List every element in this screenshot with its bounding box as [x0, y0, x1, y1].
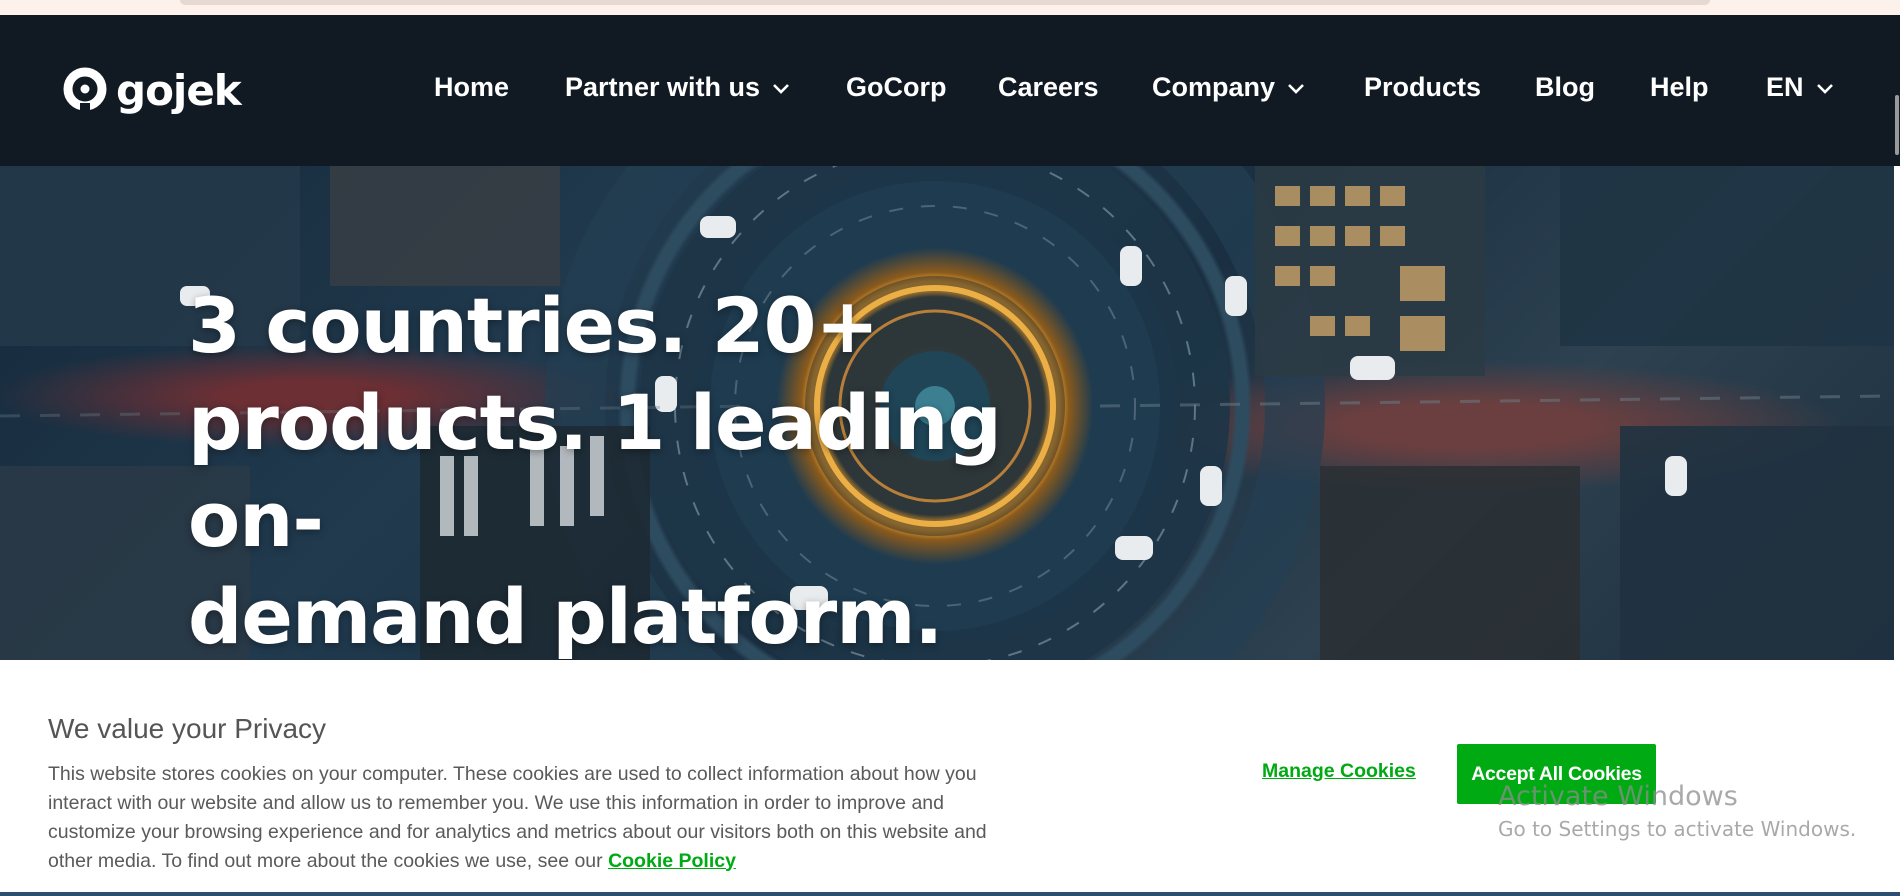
chevron-down-icon: [1288, 84, 1304, 94]
cookie-policy-link[interactable]: Cookie Policy: [608, 850, 736, 872]
nav-home-label: Home: [434, 71, 510, 102]
nav-language-label: EN: [1766, 71, 1804, 102]
hero-headline-line-3: demand platform.: [188, 571, 943, 660]
nav-home[interactable]: Home: [434, 67, 509, 107]
browser-top-strip: [0, 0, 1900, 15]
hero-headline-line-2: products. 1 leading on-: [188, 377, 1002, 564]
site-header: gojek Home Partner with us GoCorp Career…: [0, 15, 1900, 166]
watermark-line-1: Activate Windows: [1498, 781, 1738, 812]
windows-activation-watermark: Activate Windows Go to Settings to activ…: [1498, 780, 1856, 844]
nav-careers[interactable]: Careers: [998, 67, 1099, 107]
watermark-line-2: Go to Settings to activate Windows.: [1498, 817, 1857, 841]
nav-products-label: Products: [1364, 71, 1482, 102]
nav-blog[interactable]: Blog: [1535, 67, 1595, 107]
chevron-down-icon: [1816, 84, 1833, 94]
gojek-logo[interactable]: gojek: [62, 65, 242, 115]
logo-wordmark: gojek: [116, 65, 242, 115]
nav-language-selector[interactable]: EN: [1766, 67, 1834, 107]
nav-careers-label: Careers: [998, 71, 1099, 102]
nav-company[interactable]: Company: [1152, 67, 1305, 107]
cookie-banner-title: We value your Privacy: [48, 713, 327, 745]
scrollbar[interactable]: [1895, 95, 1899, 155]
nav-blog-label: Blog: [1535, 71, 1595, 102]
chevron-down-icon: [773, 84, 789, 94]
hero-banner: 3 countries. 20+ products. 1 leading on-…: [0, 166, 1894, 660]
nav-gocorp-label: GoCorp: [846, 71, 947, 102]
cookie-banner-text: This website stores cookies on your comp…: [48, 760, 1018, 876]
manage-cookies-button[interactable]: Manage Cookies: [1262, 760, 1416, 783]
browser-address-pill: [180, 0, 1710, 5]
nav-partner-label: Partner with us: [565, 71, 761, 102]
page-right-gutter: [1894, 166, 1900, 660]
cookie-banner-body: This website stores cookies on your comp…: [48, 762, 987, 872]
cookie-consent-banner: We value your Privacy This website store…: [0, 660, 1894, 892]
nav-help-label: Help: [1650, 71, 1709, 102]
hero-headline: 3 countries. 20+ products. 1 leading on-…: [188, 277, 1088, 660]
nav-gocorp[interactable]: GoCorp: [846, 67, 947, 107]
nav-help[interactable]: Help: [1650, 67, 1709, 107]
hero-headline-line-1: 3 countries. 20+: [188, 280, 879, 370]
nav-products[interactable]: Products: [1364, 67, 1481, 107]
banner-bottom-border: [0, 892, 1900, 896]
nav-partner-with-us[interactable]: Partner with us: [565, 67, 790, 107]
nav-company-label: Company: [1152, 71, 1276, 102]
gojek-logo-icon: [63, 67, 107, 113]
